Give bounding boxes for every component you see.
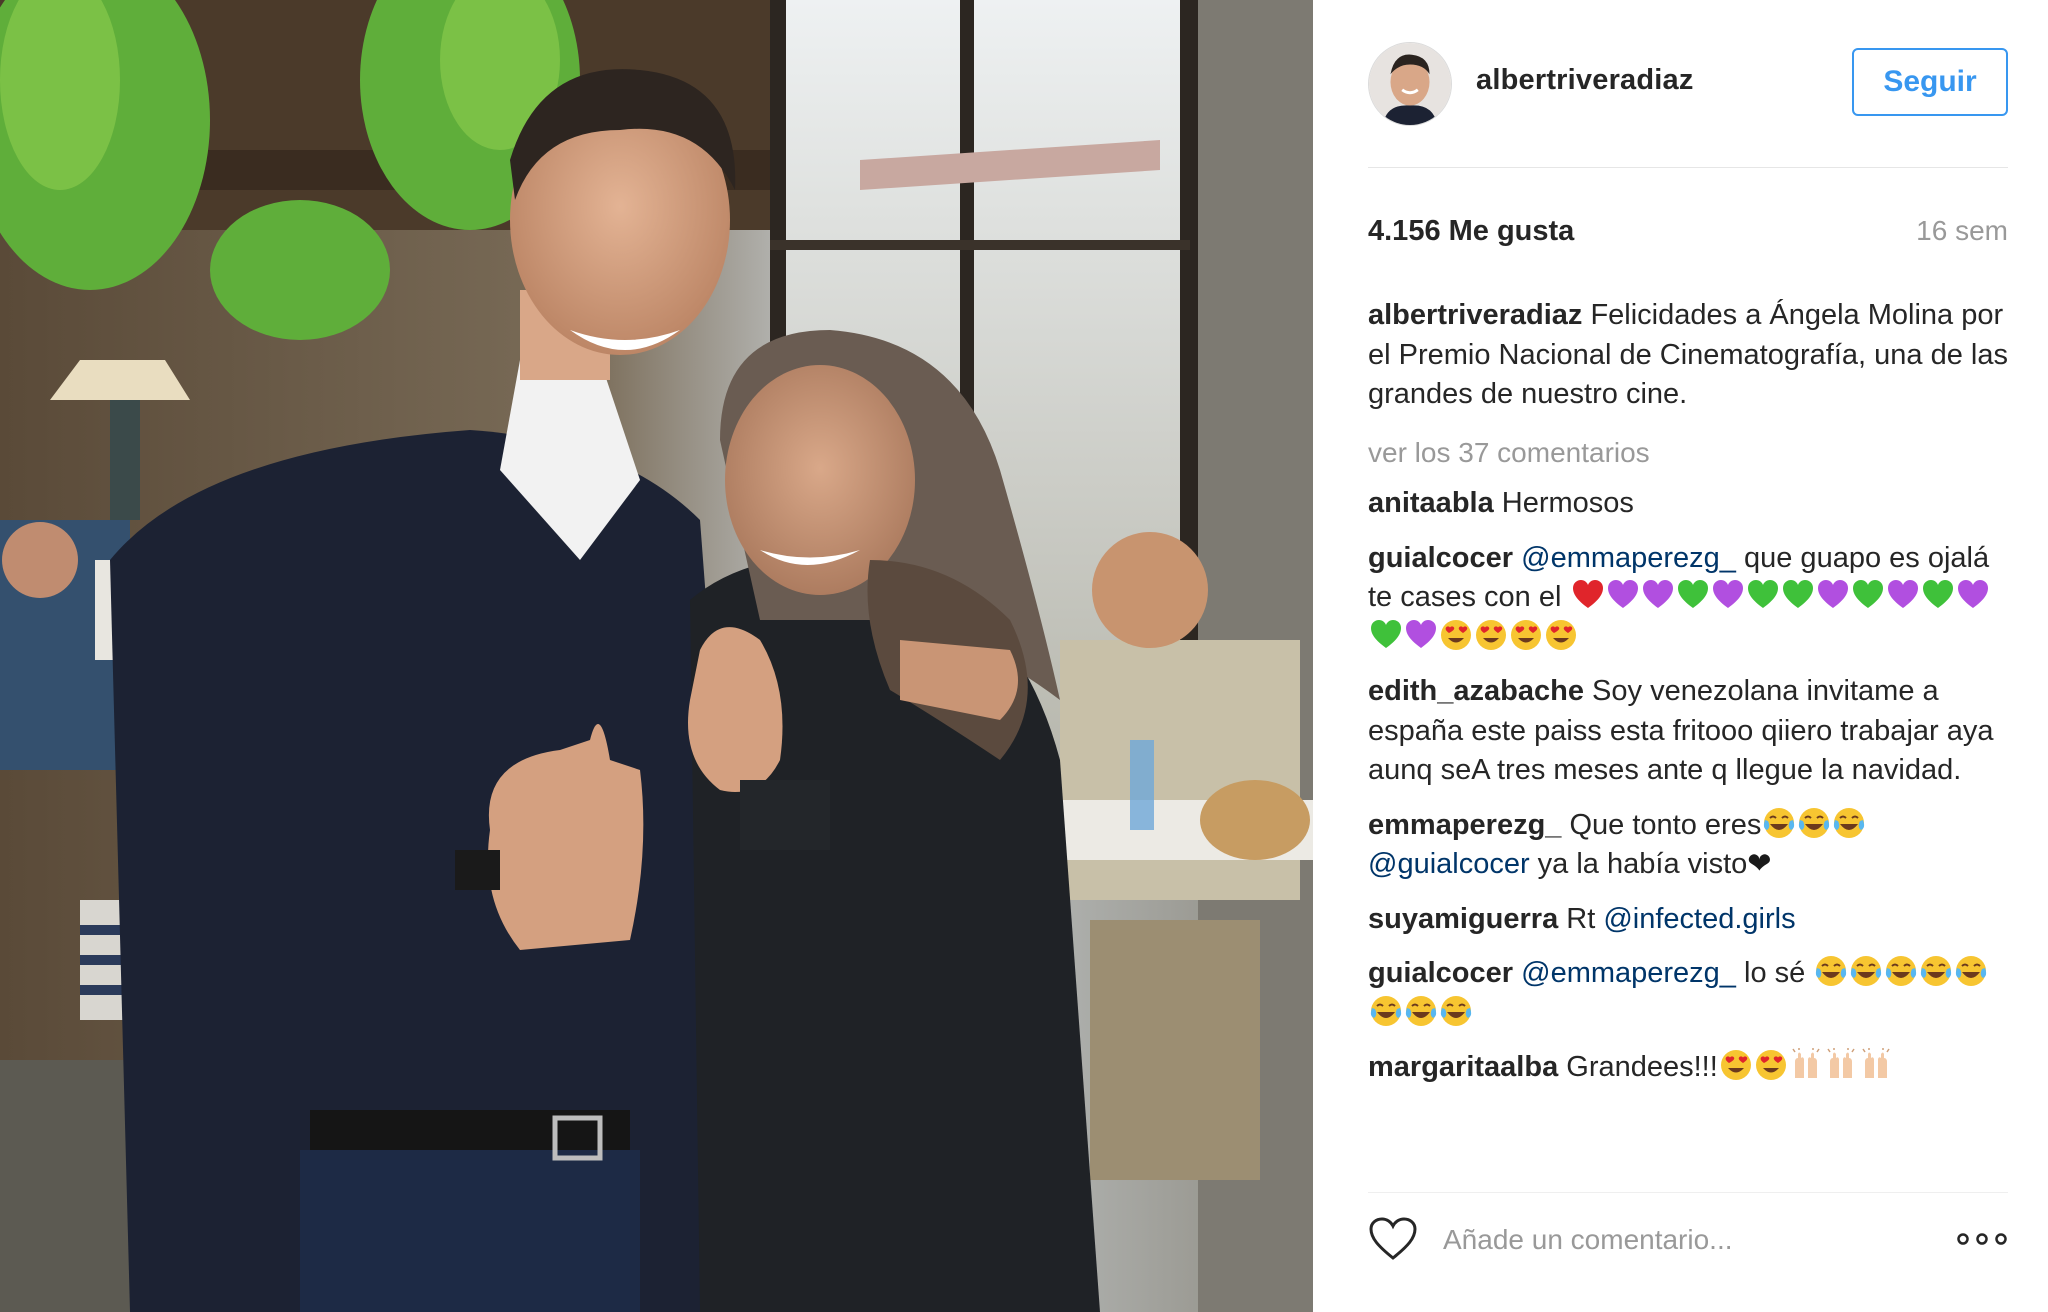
purple-heart-emoji-icon [1404,618,1438,652]
comment-username[interactable]: edith_azabache [1368,675,1584,707]
green-heart-emoji-icon [1851,578,1885,612]
comment-username[interactable]: anitaabla [1368,487,1494,519]
comment-text: Que tonto eres [1569,808,1762,841]
comment-mention[interactable]: @infected.girls [1603,903,1795,935]
tears-of-joy-emoji-icon [1369,994,1403,1028]
purple-heart-emoji-icon [1606,578,1640,612]
raising-hands-emoji-icon [1789,1048,1823,1082]
tears-of-joy-emoji-icon [1954,954,1988,988]
comment-item: anitaabla Hermosos [1368,484,2008,524]
view-all-comments-link[interactable]: ver los 37 comentarios [1368,433,2008,473]
comment-list: albertriveradiaz Felicidades a Ángela Mo… [1368,296,2008,1103]
purple-heart-emoji-icon [1956,578,1990,612]
tears-of-joy-emoji-icon [1919,954,1953,988]
heart-eyes-emoji-icon [1439,618,1473,652]
post-caption: albertriveradiaz Felicidades a Ángela Mo… [1368,296,2008,415]
comment-text: Rt [1566,902,1604,935]
comment-item: emmaperezg_ Que tonto eres @guialcocer y… [1368,806,2008,885]
comment-text-continued: ya la había visto [1529,848,1748,880]
emoji-group [1761,806,1866,841]
comment-mention[interactable]: @emmaperezg_ [1521,957,1736,989]
comment-item: guialcocer @emmaperezg_ que guapo es oja… [1368,539,2008,658]
comment-mention[interactable]: @guialcocer [1368,848,1530,880]
more-options-icon[interactable] [1956,1224,2008,1254]
red-heart-emoji-icon [1571,578,1605,612]
emoji-group [1718,1048,1893,1083]
comment-username[interactable]: suyamiguerra [1368,903,1558,935]
comment-username[interactable]: emmaperezg_ [1368,809,1561,841]
photo-image [0,0,1313,1312]
comment-text: Hermosos [1501,487,1634,519]
comment-box-divider [1368,1192,2008,1193]
post-photo[interactable] [0,0,1313,1312]
purple-heart-emoji-icon [1886,578,1920,612]
tears-of-joy-emoji-icon [1814,954,1848,988]
post-age[interactable]: 16 sem [1916,215,2008,247]
post-sidebar: albertriveradiaz Seguir 4.156 Me gusta 1… [1313,0,2048,1312]
tears-of-joy-emoji-icon [1797,806,1831,840]
green-heart-emoji-icon [1781,578,1815,612]
comment-item: edith_azabache Soy venezolana invitame a… [1368,672,2008,791]
post-username[interactable]: albertriveradiaz [1476,64,1694,97]
comment-text: lo sé [1735,957,1806,989]
comment-item: suyamiguerra Rt @infected.girls [1368,900,2008,940]
green-heart-emoji-icon [1921,578,1955,612]
purple-heart-emoji-icon [1711,578,1745,612]
comment-username[interactable]: guialcocer [1368,957,1513,989]
tears-of-joy-emoji-icon [1404,994,1438,1028]
caption-username[interactable]: albertriveradiaz [1368,299,1582,331]
black-heart-icon: ❤ [1747,848,1772,880]
header-divider [1368,167,2008,168]
tears-of-joy-emoji-icon [1884,954,1918,988]
like-count[interactable]: 4.156 Me gusta [1368,215,1574,248]
tears-of-joy-emoji-icon [1849,954,1883,988]
heart-eyes-emoji-icon [1474,618,1508,652]
tears-of-joy-emoji-icon [1439,994,1473,1028]
green-heart-emoji-icon [1746,578,1780,612]
green-heart-emoji-icon [1676,578,1710,612]
raising-hands-emoji-icon [1859,1048,1893,1082]
avatar[interactable] [1368,42,1452,126]
purple-heart-emoji-icon [1816,578,1850,612]
comment-username[interactable]: guialcocer [1368,542,1513,574]
green-heart-emoji-icon [1369,618,1403,652]
raising-hands-emoji-icon [1824,1048,1858,1082]
heart-eyes-emoji-icon [1719,1048,1753,1082]
add-comment-bar [1368,1212,2008,1268]
post-header: albertriveradiaz Seguir [1368,42,2008,126]
comment-item: guialcocer @emmaperezg_ lo sé [1368,954,2008,1033]
comment-item: margaritaalba Grandees!!! [1368,1048,2008,1088]
heart-eyes-emoji-icon [1754,1048,1788,1082]
comment-text: Grandees!!! [1566,1051,1718,1083]
heart-eyes-emoji-icon [1544,618,1578,652]
heart-outline-icon[interactable] [1368,1216,1418,1262]
purple-heart-emoji-icon [1641,578,1675,612]
heart-eyes-emoji-icon [1509,618,1543,652]
comment-username[interactable]: margaritaalba [1368,1051,1558,1083]
tears-of-joy-emoji-icon [1832,806,1866,840]
tears-of-joy-emoji-icon [1762,806,1796,840]
comment-input[interactable] [1443,1218,1923,1262]
comment-mention[interactable]: @emmaperezg_ [1521,542,1736,574]
follow-button[interactable]: Seguir [1852,48,2008,116]
